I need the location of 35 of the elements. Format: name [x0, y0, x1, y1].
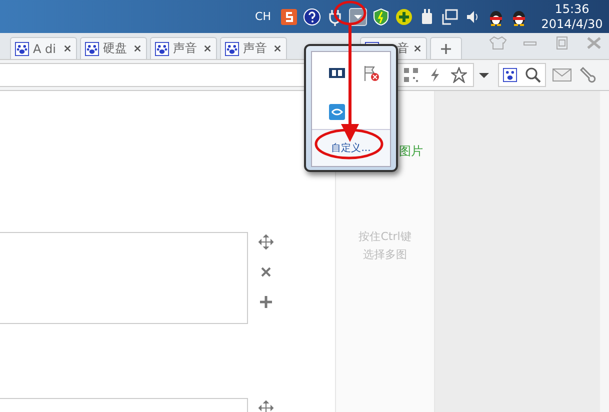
close-icon[interactable]: [63, 44, 72, 53]
close-icon[interactable]: [133, 44, 142, 53]
add-icon[interactable]: [258, 294, 274, 310]
move-icon[interactable]: [258, 400, 274, 412]
plug-icon[interactable]: [326, 8, 344, 26]
highlight-circle: [334, 0, 366, 26]
highlight-ellipse: [314, 128, 384, 160]
shield-icon[interactable]: [372, 8, 390, 26]
browser-tab[interactable]: 声音: [150, 37, 217, 59]
network-icon[interactable]: [441, 8, 459, 26]
language-indicator[interactable]: CH: [255, 10, 271, 23]
search-field[interactable]: [498, 63, 546, 87]
image-upload-label[interactable]: 图片: [399, 143, 423, 160]
clock-date: 2014/4/30: [541, 16, 603, 32]
browser-tab[interactable]: 硬盘: [80, 37, 147, 59]
multi-select-hint: 按住Ctrl键 选择多图: [358, 229, 412, 263]
plus-circle-icon[interactable]: [395, 8, 413, 26]
qr-code-icon[interactable]: [403, 67, 419, 83]
customize-link[interactable]: 自定义...: [331, 141, 371, 155]
mail-icon[interactable]: [552, 67, 572, 83]
star-icon[interactable]: [451, 67, 467, 83]
close-icon[interactable]: [203, 44, 212, 53]
new-tab-button[interactable]: [430, 37, 462, 59]
flag-error-icon[interactable]: [362, 64, 380, 82]
close-icon[interactable]: [413, 44, 422, 53]
clock-time: 15:36: [554, 2, 590, 16]
search-icon[interactable]: [525, 67, 541, 83]
cloud-sync-icon[interactable]: [328, 102, 346, 120]
plus-icon: [440, 42, 452, 54]
browser-tab[interactable]: 声音: [220, 37, 287, 59]
letter-s-icon[interactable]: [280, 8, 298, 26]
help-icon[interactable]: [303, 8, 321, 26]
close-icon[interactable]: [273, 44, 282, 53]
move-icon[interactable]: [258, 234, 274, 250]
browser-tab[interactable]: A di: [10, 37, 77, 59]
